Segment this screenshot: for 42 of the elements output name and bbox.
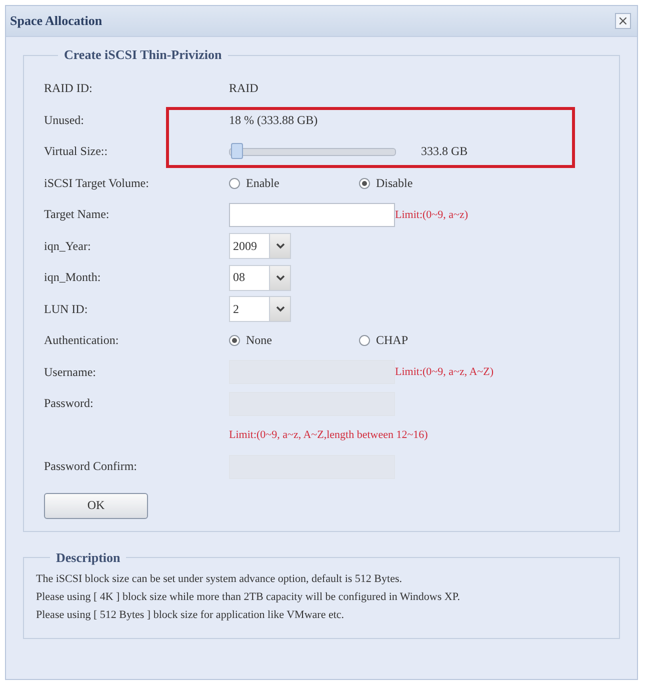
field-label: Unused: xyxy=(44,112,85,128)
slider-thumb[interactable] xyxy=(230,142,243,159)
panel-legend: Create iSCSI Thin-Privizion xyxy=(58,47,228,63)
radio-button[interactable] xyxy=(359,178,370,189)
field-label: Target Name: xyxy=(44,207,110,222)
chevron-down-icon xyxy=(276,243,284,250)
dropdown[interactable]: 2009 xyxy=(229,233,291,260)
field-label: Username: xyxy=(44,364,97,380)
field-value: 18 % (333.88 GB) xyxy=(229,112,319,128)
limit-hint: Limit:(0~9, a~z) xyxy=(395,208,468,221)
radio-button[interactable] xyxy=(229,335,240,346)
dropdown[interactable]: 08 xyxy=(229,264,291,291)
chevron-down-icon xyxy=(276,306,284,312)
dropdown[interactable]: 2 xyxy=(229,296,291,322)
ok-button[interactable]: OK xyxy=(44,492,148,518)
field-label: Virtual Size:: xyxy=(44,144,109,160)
field-label: RAID ID: xyxy=(44,81,94,96)
description-text: Please using [ 512 Bytes ] block size for application like VMware etc. xyxy=(36,608,346,622)
field-label: Authentication: xyxy=(44,333,120,348)
radio-option[interactable]: Enable xyxy=(229,176,359,191)
input-field[interactable] xyxy=(229,202,395,227)
field-value: RAID xyxy=(229,81,260,96)
radio-option[interactable]: Disable xyxy=(359,176,489,191)
radio-option[interactable]: None xyxy=(229,333,359,348)
field-label: Password: xyxy=(44,396,94,412)
field-label: iSCSI Target Volume: xyxy=(44,176,150,191)
radio-option[interactable]: CHAP xyxy=(359,333,489,348)
close-button[interactable]: × xyxy=(615,13,631,29)
field-label: Password Confirm: xyxy=(44,459,138,474)
field-label: LUN ID: xyxy=(44,302,89,317)
description-text: Please using [ 4K ] block size while more than 2TB capacity will be configured in Windows XP. xyxy=(36,590,461,604)
limit-hint: Limit:(0~9, a~z, A~Z,length between 12~16) xyxy=(229,429,429,442)
chevron-down-icon xyxy=(276,274,284,281)
limit-hint: Limit:(0~9, a~z, A~Z) xyxy=(395,366,494,378)
field-label: iqn_Month: xyxy=(44,270,102,286)
panel-legend: Description xyxy=(50,550,126,566)
size-reading: 333.8 GB xyxy=(421,144,468,160)
radio-button[interactable] xyxy=(229,178,240,189)
window-title: Space Allocation xyxy=(10,13,102,29)
radio-button[interactable] xyxy=(359,335,370,346)
field-label: iqn_Year: xyxy=(44,238,92,254)
description-text: The iSCSI block size can be set under system advance option, default is 512 Bytes. xyxy=(36,572,403,586)
